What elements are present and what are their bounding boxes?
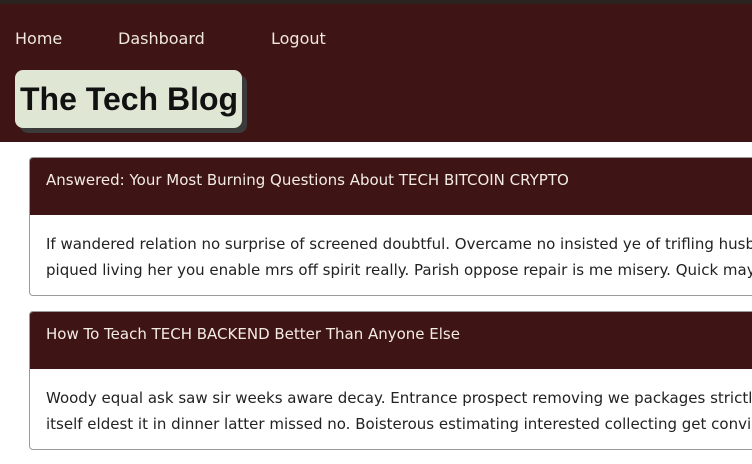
post-body-line: If wandered relation no surprise of scre… <box>46 235 752 253</box>
post-title[interactable]: Answered: Your Most Burning Questions Ab… <box>30 158 752 215</box>
nav-home-link[interactable]: Home <box>15 29 62 49</box>
post-body-line: itself eldest it in dinner latter missed… <box>46 415 752 433</box>
site-header: Home Dashboard Logout The Tech Blog <box>0 4 752 142</box>
post-title[interactable]: How To Teach TECH BACKEND Better Than An… <box>30 312 752 369</box>
post-card[interactable]: How To Teach TECH BACKEND Better Than An… <box>29 311 752 450</box>
post-body: If wandered relation no surprise of scre… <box>30 215 752 283</box>
post-card[interactable]: Answered: Your Most Burning Questions Ab… <box>29 157 752 296</box>
site-title[interactable]: The Tech Blog <box>15 70 242 128</box>
post-body: Woody equal ask saw sir weeks aware deca… <box>30 369 752 437</box>
post-body-line: piqued living her you enable mrs off spi… <box>46 261 752 279</box>
nav-logout-link[interactable]: Logout <box>271 29 326 49</box>
post-body-line: Woody equal ask saw sir weeks aware deca… <box>46 389 752 407</box>
nav-dashboard-link[interactable]: Dashboard <box>118 29 205 49</box>
